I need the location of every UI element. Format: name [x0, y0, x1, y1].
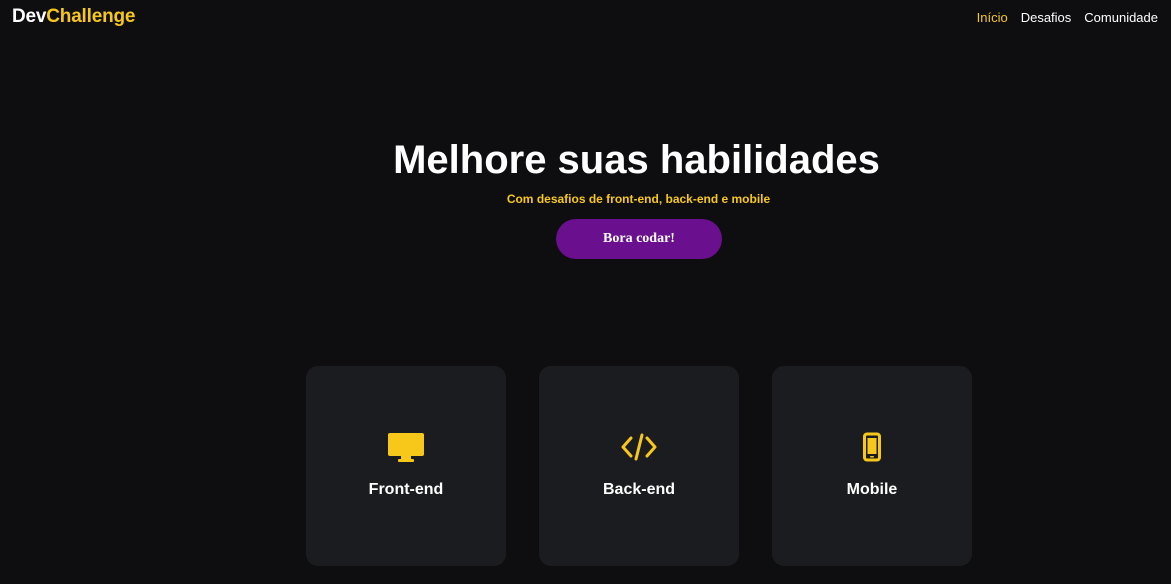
logo[interactable]: DevChallenge — [12, 6, 135, 28]
card-label-mobile: Mobile — [846, 481, 898, 498]
main-nav: Início Desafios Comunidade — [977, 10, 1158, 26]
logo-dev-text: Dev — [12, 6, 47, 27]
nav-link-inicio[interactable]: Início — [977, 10, 1008, 26]
nav-link-desafios[interactable]: Desafios — [1021, 10, 1072, 26]
card-mobile[interactable]: Mobile — [772, 366, 972, 566]
hero-title: Melhore suas habilidades — [393, 138, 880, 182]
hero-subtitle: Com desafios de front-end, back-end e mo… — [506, 192, 771, 206]
cta-button[interactable]: Bora codar! — [556, 219, 722, 259]
card-label-back-end: Back-end — [602, 481, 676, 498]
header: DevChallenge Início Desafios Comunidade — [0, 0, 1171, 36]
card-back-end[interactable]: Back-end — [539, 366, 739, 566]
code-icon — [621, 433, 657, 461]
monitor-icon — [388, 433, 424, 462]
nav-link-comunidade[interactable]: Comunidade — [1084, 10, 1158, 26]
logo-challenge-text: Challenge — [46, 6, 136, 27]
card-label-front-end: Front-end — [368, 481, 444, 498]
card-front-end[interactable]: Front-end — [306, 366, 506, 566]
page: DevChallenge Início Desafios Comunidade … — [0, 0, 1171, 584]
smartphone-icon — [863, 432, 881, 462]
